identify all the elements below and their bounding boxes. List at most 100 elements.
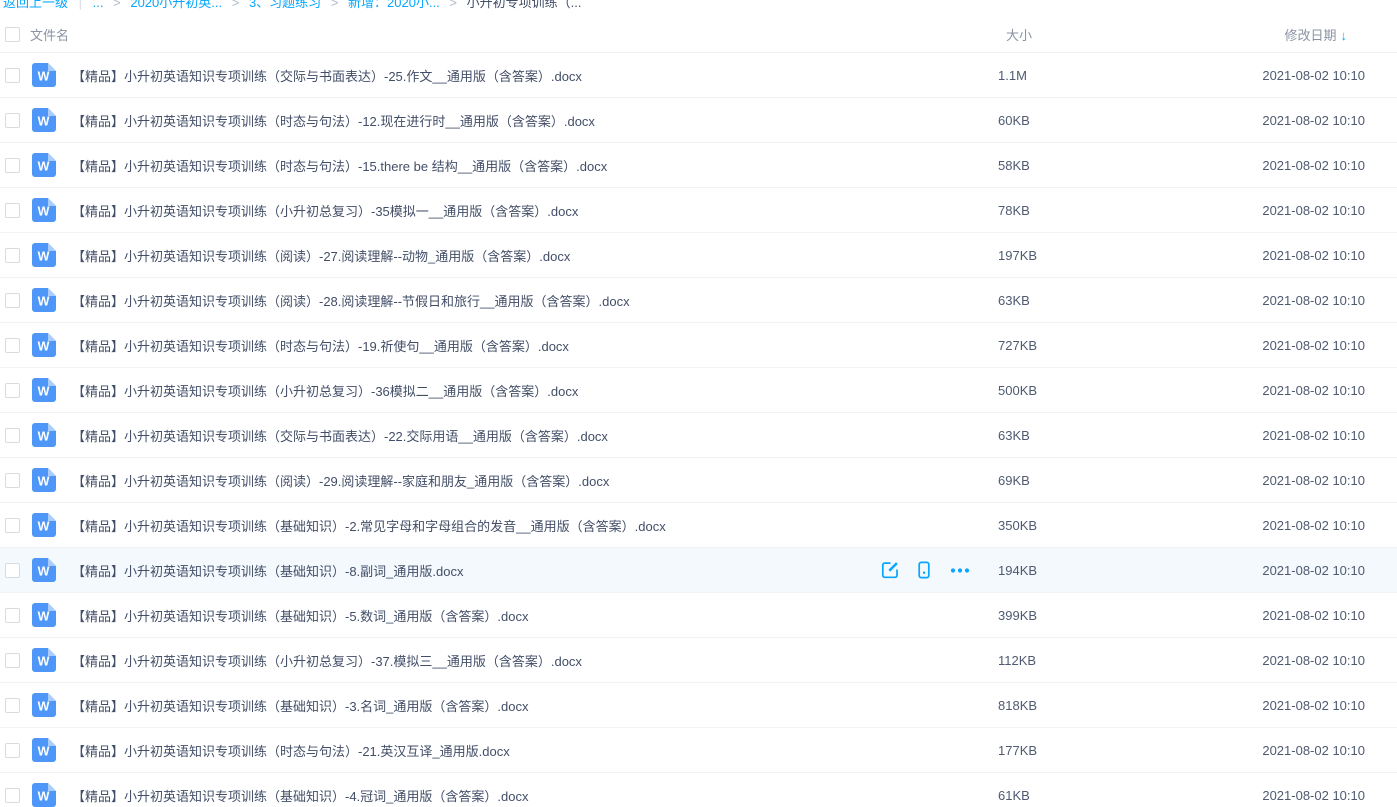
word-doc-icon: W bbox=[32, 558, 56, 582]
file-row[interactable]: W 【精品】小升初英语知识专项训练（基础知识）-2.常见字母和字母组合的发音__… bbox=[0, 503, 1397, 548]
file-size: 177KB bbox=[998, 743, 1167, 758]
file-row[interactable]: W 【精品】小升初英语知识专项训练（交际与书面表达）-22.交际用语__通用版（… bbox=[0, 413, 1397, 458]
breadcrumb-ellipsis[interactable]: ... bbox=[93, 0, 104, 10]
file-modified: 2021-08-02 10:10 bbox=[1167, 653, 1397, 668]
file-name[interactable]: 【精品】小升初英语知识专项训练（交际与书面表达）-22.交际用语__通用版（含答… bbox=[72, 426, 998, 445]
file-name[interactable]: 【精品】小升初英语知识专项训练（基础知识）-4.冠词_通用版（含答案）.docx bbox=[72, 786, 998, 805]
view-on-phone-icon[interactable] bbox=[914, 560, 934, 580]
file-row[interactable]: W 【精品】小升初英语知识专项训练（小升初总复习）-35模拟一__通用版（含答案… bbox=[0, 188, 1397, 233]
file-row[interactable]: W 【精品】小升初英语知识专项训练（交际与书面表达）-25.作文__通用版（含答… bbox=[0, 53, 1397, 98]
row-checkbox[interactable] bbox=[5, 653, 20, 668]
breadcrumb-divider: | bbox=[79, 0, 82, 10]
row-checkbox[interactable] bbox=[5, 383, 20, 398]
row-checkbox[interactable] bbox=[5, 428, 20, 443]
file-size: 399KB bbox=[998, 608, 1167, 623]
file-size: 60KB bbox=[998, 113, 1167, 128]
file-row[interactable]: W 【精品】小升初英语知识专项训练（阅读）-28.阅读理解--节假日和旅行__通… bbox=[0, 278, 1397, 323]
svg-text:W: W bbox=[38, 520, 50, 534]
row-checkbox[interactable] bbox=[5, 473, 20, 488]
word-doc-icon: W bbox=[32, 243, 56, 267]
file-modified: 2021-08-02 10:10 bbox=[1167, 158, 1397, 173]
file-name[interactable]: 【精品】小升初英语知识专项训练（阅读）-28.阅读理解--节假日和旅行__通用版… bbox=[72, 291, 998, 310]
breadcrumb-back-link[interactable]: 返回上一级 bbox=[3, 0, 68, 10]
sort-desc-icon[interactable]: ↓ bbox=[1341, 28, 1348, 43]
list-header: 文件名 大小 修改日期↓ bbox=[0, 17, 1397, 53]
row-checkbox[interactable] bbox=[5, 788, 20, 803]
file-name[interactable]: 【精品】小升初英语知识专项训练（基础知识）-5.数词_通用版（含答案）.docx bbox=[72, 606, 998, 625]
file-row[interactable]: W 【精品】小升初英语知识专项训练（时态与句法）-12.现在进行时__通用版（含… bbox=[0, 98, 1397, 143]
breadcrumb-link-2[interactable]: 3、习题练习 bbox=[249, 0, 321, 10]
svg-text:W: W bbox=[38, 70, 50, 84]
breadcrumb-separator-icon: > bbox=[113, 0, 121, 10]
file-row[interactable]: W 【精品】小升初英语知识专项训练（小升初总复习）-36模拟二__通用版（含答案… bbox=[0, 368, 1397, 413]
file-row[interactable]: W 【精品】小升初英语知识专项训练（基础知识）-3.名词_通用版（含答案）.do… bbox=[0, 683, 1397, 728]
file-modified: 2021-08-02 10:10 bbox=[1167, 518, 1397, 533]
row-checkbox[interactable] bbox=[5, 518, 20, 533]
file-modified: 2021-08-02 10:10 bbox=[1167, 743, 1397, 758]
row-checkbox[interactable] bbox=[5, 158, 20, 173]
svg-text:W: W bbox=[38, 700, 50, 714]
word-doc-icon: W bbox=[32, 783, 56, 807]
column-header-size[interactable]: 大小 bbox=[998, 25, 1167, 44]
file-row[interactable]: W 【精品】小升初英语知识专项训练（阅读）-27.阅读理解--动物_通用版（含答… bbox=[0, 233, 1397, 278]
word-doc-icon: W bbox=[32, 603, 56, 627]
file-size: 500KB bbox=[998, 383, 1167, 398]
breadcrumb-separator-icon: > bbox=[331, 0, 339, 10]
svg-text:W: W bbox=[38, 430, 50, 444]
file-row[interactable]: W 【精品】小升初英语知识专项训练（时态与句法）-15.there be 结构_… bbox=[0, 143, 1397, 188]
breadcrumb-link-3[interactable]: 新增：2020小... bbox=[348, 0, 440, 10]
file-row[interactable]: W 【精品】小升初英语知识专项训练（时态与句法）-19.祈使句__通用版（含答案… bbox=[0, 323, 1397, 368]
file-name[interactable]: 【精品】小升初英语知识专项训练（阅读）-29.阅读理解--家庭和朋友_通用版（含… bbox=[72, 471, 998, 490]
file-name[interactable]: 【精品】小升初英语知识专项训练（小升初总复习）-35模拟一__通用版（含答案）.… bbox=[72, 201, 998, 220]
row-checkbox[interactable] bbox=[5, 248, 20, 263]
file-name[interactable]: 【精品】小升初英语知识专项训练（时态与句法）-21.英汉互译_通用版.docx bbox=[72, 741, 998, 760]
column-header-modified[interactable]: 修改日期↓ bbox=[1167, 25, 1397, 44]
file-size: 194KB bbox=[998, 563, 1167, 578]
word-doc-icon: W bbox=[32, 693, 56, 717]
row-checkbox[interactable] bbox=[5, 563, 20, 578]
rename-icon[interactable] bbox=[880, 560, 900, 580]
file-size: 63KB bbox=[998, 428, 1167, 443]
file-row[interactable]: W 【精品】小升初英语知识专项训练（基础知识）-5.数词_通用版（含答案）.do… bbox=[0, 593, 1397, 638]
file-row[interactable]: W 【精品】小升初英语知识专项训练（基础知识）-4.冠词_通用版（含答案）.do… bbox=[0, 773, 1397, 807]
word-doc-icon: W bbox=[32, 513, 56, 537]
file-row[interactable]: W 【精品】小升初英语知识专项训练（阅读）-29.阅读理解--家庭和朋友_通用版… bbox=[0, 458, 1397, 503]
file-modified: 2021-08-02 10:10 bbox=[1167, 788, 1397, 803]
svg-text:W: W bbox=[38, 160, 50, 174]
file-name[interactable]: 【精品】小升初英语知识专项训练（时态与句法）-15.there be 结构__通… bbox=[72, 156, 998, 175]
file-name[interactable]: 【精品】小升初英语知识专项训练（基础知识）-2.常见字母和字母组合的发音__通用… bbox=[72, 516, 998, 535]
select-all-checkbox[interactable] bbox=[5, 27, 20, 42]
file-size: 78KB bbox=[998, 203, 1167, 218]
more-icon[interactable] bbox=[948, 560, 972, 580]
file-name[interactable]: 【精品】小升初英语知识专项训练（基础知识）-8.副词_通用版.docx bbox=[72, 561, 880, 580]
word-doc-icon: W bbox=[32, 63, 56, 87]
file-name[interactable]: 【精品】小升初英语知识专项训练（基础知识）-3.名词_通用版（含答案）.docx bbox=[72, 696, 998, 715]
file-name[interactable]: 【精品】小升初英语知识专项训练（小升初总复习）-37.模拟三__通用版（含答案）… bbox=[72, 651, 998, 670]
row-checkbox[interactable] bbox=[5, 113, 20, 128]
row-checkbox[interactable] bbox=[5, 743, 20, 758]
file-size: 350KB bbox=[998, 518, 1167, 533]
file-name[interactable]: 【精品】小升初英语知识专项训练（小升初总复习）-36模拟二__通用版（含答案）.… bbox=[72, 381, 998, 400]
file-size: 58KB bbox=[998, 158, 1167, 173]
row-checkbox[interactable] bbox=[5, 608, 20, 623]
file-row[interactable]: W 【精品】小升初英语知识专项训练（小升初总复习）-37.模拟三__通用版（含答… bbox=[0, 638, 1397, 683]
row-checkbox[interactable] bbox=[5, 698, 20, 713]
word-doc-icon: W bbox=[32, 648, 56, 672]
file-row[interactable]: W 【精品】小升初英语知识专项训练（时态与句法）-21.英汉互译_通用版.doc… bbox=[0, 728, 1397, 773]
breadcrumb-link-1[interactable]: 2020小升初英... bbox=[130, 0, 222, 10]
column-header-filename[interactable]: 文件名 bbox=[30, 25, 998, 44]
file-name[interactable]: 【精品】小升初英语知识专项训练（时态与句法）-12.现在进行时__通用版（含答案… bbox=[72, 111, 998, 130]
row-checkbox[interactable] bbox=[5, 338, 20, 353]
file-modified: 2021-08-02 10:10 bbox=[1167, 113, 1397, 128]
breadcrumb: 返回上一级 | ... > 2020小升初英... > 3、习题练习 > 新增：… bbox=[0, 0, 1397, 11]
row-checkbox[interactable] bbox=[5, 203, 20, 218]
file-name[interactable]: 【精品】小升初英语知识专项训练（阅读）-27.阅读理解--动物_通用版（含答案）… bbox=[72, 246, 998, 265]
row-checkbox[interactable] bbox=[5, 68, 20, 83]
word-doc-icon: W bbox=[32, 738, 56, 762]
word-doc-icon: W bbox=[32, 333, 56, 357]
file-row[interactable]: W 【精品】小升初英语知识专项训练（基础知识）-8.副词_通用版.docx bbox=[0, 548, 1397, 593]
svg-text:W: W bbox=[38, 295, 50, 309]
file-name[interactable]: 【精品】小升初英语知识专项训练（时态与句法）-19.祈使句__通用版（含答案）.… bbox=[72, 336, 998, 355]
file-name[interactable]: 【精品】小升初英语知识专项训练（交际与书面表达）-25.作文__通用版（含答案）… bbox=[72, 66, 998, 85]
row-checkbox[interactable] bbox=[5, 293, 20, 308]
